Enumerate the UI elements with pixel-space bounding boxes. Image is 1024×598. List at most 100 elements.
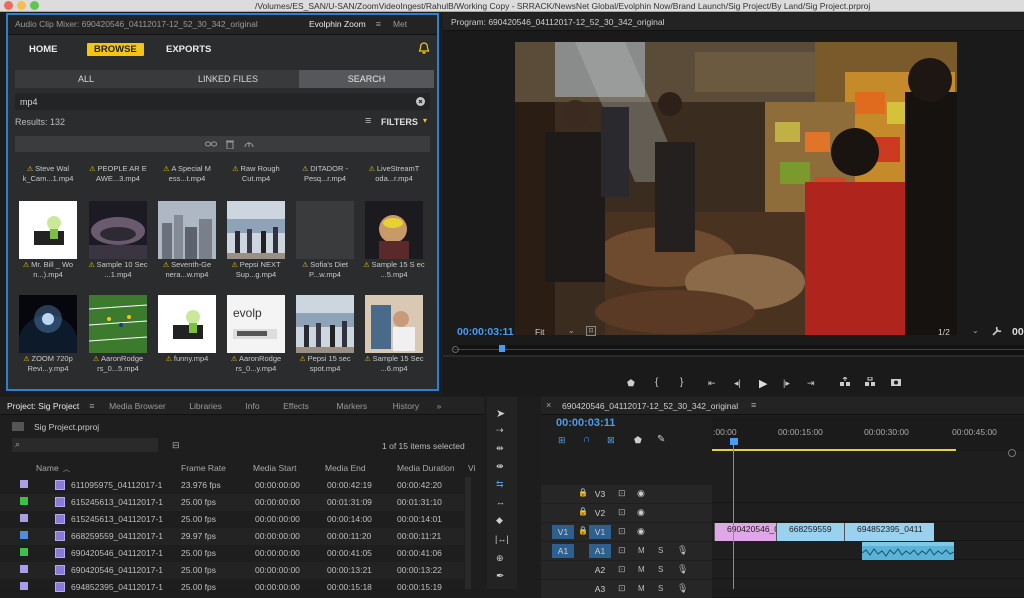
list-view-icon[interactable]: ≡: [365, 115, 371, 127]
tab-info[interactable]: Info: [231, 397, 266, 414]
fit-dropdown[interactable]: Fit: [535, 327, 544, 337]
project-scrollbar[interactable]: [465, 477, 471, 589]
program-scrubber[interactable]: [452, 345, 1024, 355]
track-name-a1[interactable]: A1: [589, 544, 611, 558]
table-row[interactable]: 668259559_04112017-1 29.97 fps 00:00:00:00…: [0, 528, 464, 545]
track-name-v1[interactable]: V1: [589, 525, 611, 539]
toggle-output-eye-icon[interactable]: ◉: [637, 507, 645, 518]
wrench-icon[interactable]: [991, 325, 1003, 337]
asset-label[interactable]: ⚠ Sample 15 S ec ...5.mp4: [362, 260, 426, 279]
table-row[interactable]: 694852395_04112017-1 25.00 fps 00:00:00:00…: [0, 579, 464, 596]
filters-button[interactable]: FILTERS: [381, 117, 418, 127]
video-clip[interactable]: 694852395_0411: [844, 523, 934, 541]
video-clip[interactable]: 690420546_04: [714, 523, 776, 541]
asset-thumbnail[interactable]: [365, 201, 423, 259]
track-output-icon[interactable]: ⊡: [618, 526, 626, 537]
razor-tool-icon[interactable]: ◆: [496, 515, 503, 526]
selection-tool-icon[interactable]: ➤: [496, 407, 505, 420]
tab-all[interactable]: ALL: [15, 70, 157, 88]
asset-thumbnail[interactable]: [158, 201, 216, 259]
asset-label[interactable]: ⚠ Pepsi 15 sec spot.mp4: [293, 354, 357, 373]
step-back-icon[interactable]: ◂|: [734, 378, 741, 389]
work-area-bar[interactable]: [712, 449, 956, 451]
tab-metadata[interactable]: Met: [381, 15, 414, 33]
clear-search-icon[interactable]: [416, 97, 425, 106]
track-lock-icon[interactable]: 🔒: [578, 507, 588, 516]
asset-thumbnail[interactable]: [89, 201, 147, 259]
link-icon[interactable]: [205, 139, 217, 149]
mute-button[interactable]: M: [638, 565, 645, 574]
asset-label[interactable]: ⚠ Mr. Bill _ Wo n...).mp4: [16, 260, 80, 279]
voiceover-record-icon[interactable]: 🎙: [677, 545, 688, 556]
asset-label[interactable]: ⚠ Seventh-Ge nera...w.mp4: [155, 260, 219, 279]
asset-thumbnail[interactable]: [19, 201, 77, 259]
resolution-dropdown[interactable]: 1/2: [938, 327, 950, 337]
track-sync-icon[interactable]: ⊡: [618, 564, 626, 575]
asset-label[interactable]: ⚠ AaronRodge rs_0...y.mp4: [224, 354, 288, 373]
slip-tool-icon[interactable]: ↔: [496, 497, 505, 507]
asset-thumbnail[interactable]: [19, 295, 77, 353]
label-color-swatch[interactable]: [20, 548, 28, 556]
solo-button[interactable]: S: [658, 546, 663, 555]
track-output-icon[interactable]: ⊡: [618, 507, 626, 518]
track-lock-icon[interactable]: 🔒: [578, 488, 588, 497]
settings-toggle-icon[interactable]: ⊡: [586, 326, 596, 336]
upload-icon[interactable]: [243, 139, 255, 149]
track-select-tool-icon[interactable]: ⇢: [496, 425, 504, 436]
asset-label[interactable]: ⚠ Pepsi NEXT Sup...g.mp4: [224, 260, 288, 279]
track-name-a3[interactable]: A3: [589, 582, 611, 596]
tab-history[interactable]: History: [377, 397, 426, 414]
tab-audio-clip-mixer[interactable]: Audio Clip Mixer: 690420546_04112017-12_…: [8, 15, 302, 33]
mute-button[interactable]: M: [638, 546, 645, 555]
asset-label[interactable]: ⚠ Sample 15 Sec ...6.mp4: [362, 354, 426, 373]
label-color-swatch[interactable]: [20, 565, 28, 573]
track-sync-icon[interactable]: ⊡: [618, 545, 626, 556]
project-search-input[interactable]: ⌕: [12, 438, 158, 452]
source-patch-a1[interactable]: A1: [552, 544, 574, 558]
play-icon[interactable]: ▶: [759, 377, 767, 390]
asset-label[interactable]: ⚠ AaronRodge rs_0...5.mp4: [86, 354, 150, 373]
track-name-v3[interactable]: V3: [589, 487, 611, 501]
label-color-swatch[interactable]: [20, 531, 28, 539]
toggle-output-eye-icon[interactable]: ◉: [637, 526, 645, 537]
mark-in-icon[interactable]: {: [655, 377, 658, 388]
add-marker-icon[interactable]: ⬟: [627, 378, 635, 389]
pen-tool-icon[interactable]: ✒: [496, 571, 504, 582]
sequence-tab[interactable]: 690420546_04112017-12_52_30_342_original: [562, 401, 738, 411]
tab-evolphin-zoom[interactable]: Evolphin Zoom: [302, 15, 373, 33]
track-lock-icon[interactable]: 🔒: [578, 526, 588, 535]
zoom-tool-icon[interactable]: ⊕: [496, 553, 504, 564]
source-patch-v1[interactable]: V1: [552, 525, 574, 539]
table-row[interactable]: 690420546_04112017-1 25.00 fps 00:00:00:00…: [0, 562, 464, 579]
time-ruler[interactable]: :00:00 00:00:15:00 00:00:30:00 00:00:45:…: [712, 417, 1024, 451]
close-window-icon[interactable]: [4, 1, 13, 10]
step-forward-icon[interactable]: |▸: [783, 378, 790, 389]
sequence-menu-icon[interactable]: ≡: [751, 400, 756, 410]
label-color-swatch[interactable]: [20, 480, 28, 488]
tab-media-browser[interactable]: Media Browser: [97, 397, 173, 414]
col-name[interactable]: Name: [36, 463, 59, 473]
tab-libraries[interactable]: Libraries: [175, 397, 229, 414]
asset-label[interactable]: ⚠ funny.mp4: [155, 354, 219, 365]
sort-ascending-icon[interactable]: ︿: [63, 464, 70, 474]
timeline-zoom-handle[interactable]: [1008, 449, 1016, 457]
tab-linked-files[interactable]: LINKED FILES: [157, 70, 299, 88]
lift-icon[interactable]: [839, 377, 851, 387]
slide-tool-icon[interactable]: |↔|: [495, 534, 509, 544]
audio-clip[interactable]: [862, 542, 954, 560]
asset-thumbnail[interactable]: [365, 295, 423, 353]
go-to-out-icon[interactable]: ⇥: [807, 378, 815, 389]
timeline-playhead-handle[interactable]: [730, 438, 738, 445]
asset-label[interactable]: ⚠ LiveStreamT oda...r.mp4: [362, 164, 426, 183]
in-point-handle[interactable]: [452, 346, 459, 353]
asset-label[interactable]: ⚠ Sample 10 Sec ...1.mp4: [86, 260, 150, 279]
rate-stretch-tool-icon[interactable]: ⇆: [496, 479, 504, 490]
asset-thumbnail[interactable]: [296, 201, 354, 259]
notification-bell-icon[interactable]: [418, 42, 430, 55]
timeline-settings-wrench-icon[interactable]: ✎: [657, 434, 665, 445]
minimize-window-icon[interactable]: [17, 1, 26, 10]
table-row[interactable]: 615245613_04112017-1 25.00 fps 00:00:00:00…: [0, 494, 464, 511]
asset-thumbnail[interactable]: [227, 201, 285, 259]
go-to-in-icon[interactable]: ⇤: [708, 378, 716, 389]
asset-label[interactable]: ⚠ DITADOR - Pesq...r.mp4: [293, 164, 357, 183]
